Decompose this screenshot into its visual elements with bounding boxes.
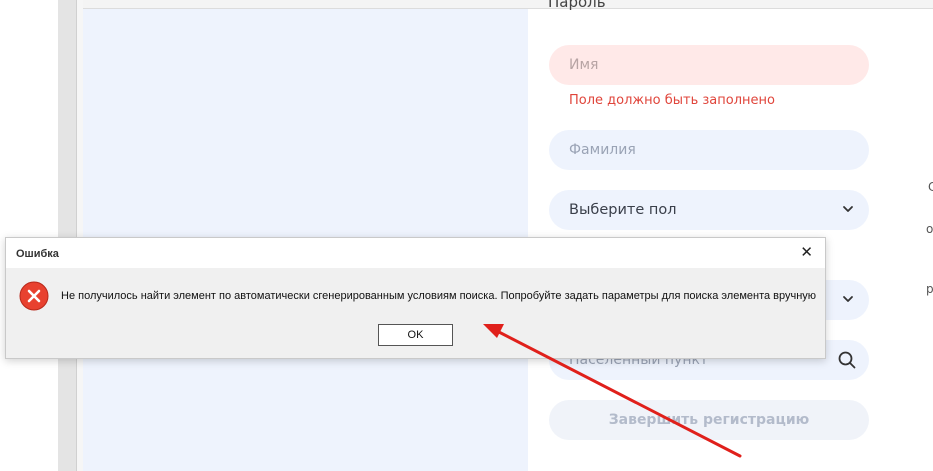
blue-side-panel [83, 0, 528, 471]
password-label: Пароль [548, 0, 606, 11]
top-strip [83, 0, 933, 8]
chevron-down-icon [843, 206, 853, 212]
left-scroll-bar [58, 0, 76, 471]
ok-label: OK [407, 329, 424, 341]
first-name-field[interactable]: Имя [549, 45, 869, 85]
side-char: о [926, 222, 933, 236]
gender-select[interactable]: Выберите пол [549, 190, 869, 230]
ok-button[interactable]: OK [378, 324, 453, 346]
dialog-title-bar: Ошибка ✕ [6, 238, 825, 268]
gender-select-value: Выберите пол [569, 202, 677, 218]
side-char: С [928, 180, 933, 194]
first-name-error: Поле должно быть заполнено [569, 93, 775, 108]
close-icon[interactable]: ✕ [800, 245, 813, 261]
chevron-down-icon [843, 296, 853, 302]
submit-label: Завершить регистрацию [608, 412, 810, 428]
left-gutter [0, 0, 58, 471]
last-name-placeholder: Фамилия [569, 142, 636, 158]
first-name-placeholder: Имя [569, 57, 599, 73]
error-dialog: Ошибка ✕ Не получилось найти элемент по … [5, 237, 826, 359]
left-divider [76, 0, 83, 471]
error-icon [19, 281, 49, 311]
submit-registration-button[interactable]: Завершить регистрацию [549, 400, 869, 440]
dialog-message: Не получилось найти элемент по автоматич… [61, 290, 817, 302]
last-name-field[interactable]: Фамилия [549, 130, 869, 170]
search-icon[interactable] [837, 350, 857, 370]
side-char: р [926, 282, 933, 296]
dialog-title: Ошибка [16, 248, 59, 260]
